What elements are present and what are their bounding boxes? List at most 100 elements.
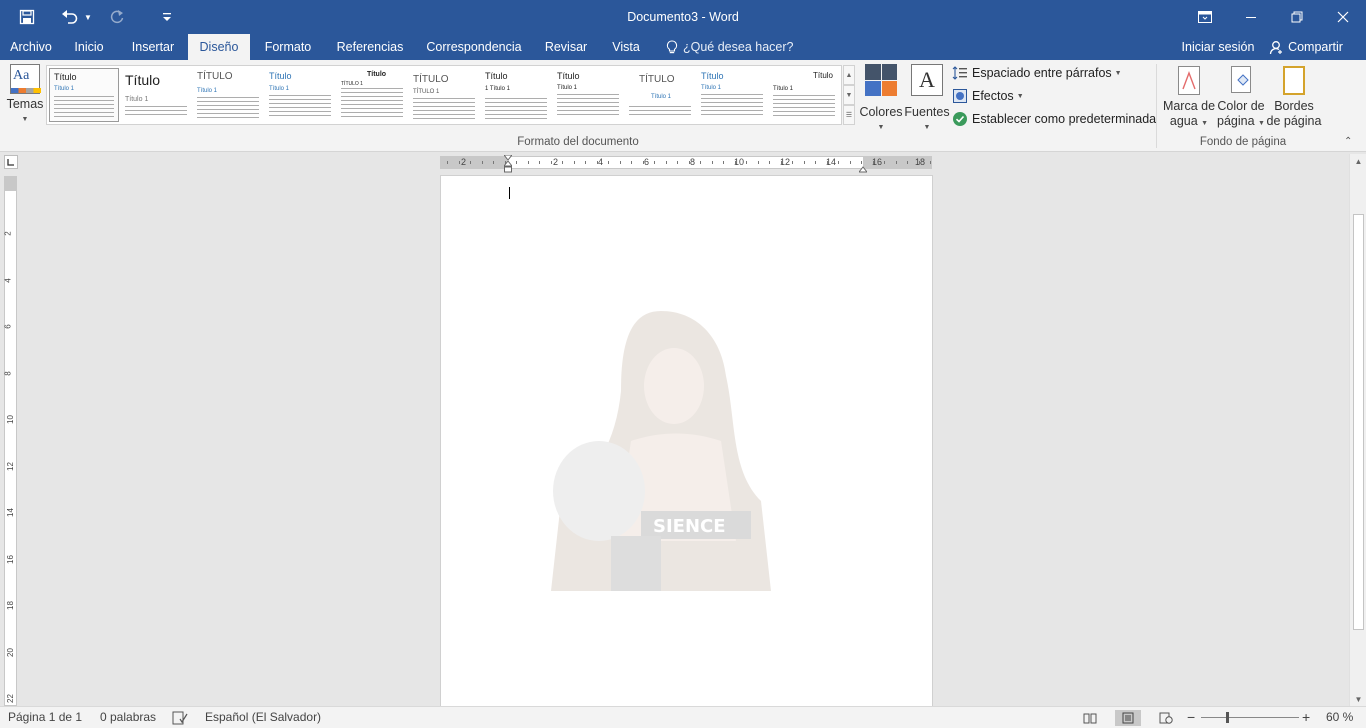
picture-watermark: SIENCE: [551, 311, 771, 591]
ruler-tick: [665, 161, 667, 164]
set-as-default-button[interactable]: Establecer como predeterminada: [952, 111, 1156, 127]
ruler-tick: [573, 161, 575, 164]
style-set-item[interactable]: TÍTULO Título 1: [193, 68, 263, 122]
fonts-label: Fuentes: [904, 105, 950, 119]
customize-qat-icon[interactable]: [158, 0, 176, 34]
page-borders-button[interactable]: Bordes de página: [1266, 66, 1322, 129]
fonts-icon: A: [911, 64, 943, 96]
undo-icon[interactable]: [58, 0, 82, 34]
gallery-more-icon[interactable]: ☰: [843, 105, 855, 125]
collapse-ribbon-icon[interactable]: ⌃: [1344, 136, 1352, 147]
ruler-number: 6: [644, 157, 650, 167]
sign-in-link[interactable]: Iniciar sesión: [1176, 34, 1260, 60]
document-page[interactable]: SIENCE: [441, 176, 932, 706]
zoom-slider-thumb[interactable]: [1226, 712, 1229, 723]
ruler-number: 4: [3, 277, 13, 283]
tab-revisar[interactable]: Revisar: [540, 34, 592, 60]
style-set-item[interactable]: Título Título 1: [49, 68, 119, 122]
ruler-tick: [642, 161, 644, 164]
page-color-button[interactable]: Color de página ▼: [1214, 66, 1268, 131]
share-button[interactable]: Compartir: [1262, 34, 1350, 60]
text-cursor: [509, 187, 510, 199]
redo-icon[interactable]: [106, 0, 128, 34]
ruler-tick: [550, 161, 552, 164]
right-indent-marker-icon[interactable]: [857, 162, 869, 176]
ruler-tick: [769, 161, 770, 164]
web-layout-icon[interactable]: [1153, 710, 1179, 726]
ruler-tick: [700, 161, 701, 164]
tab-correspondencia[interactable]: Correspondencia: [420, 34, 528, 60]
read-mode-icon[interactable]: [1077, 710, 1103, 726]
gallery-scroll-down-icon[interactable]: ▼: [843, 85, 855, 105]
style-set-item[interactable]: Título Título 1: [697, 68, 767, 122]
indent-marker-icon[interactable]: [502, 154, 514, 178]
zoom-in-icon[interactable]: +: [1302, 707, 1310, 728]
ruler-number: 6: [3, 324, 13, 329]
ruler-tick: [826, 161, 828, 164]
zoom-level[interactable]: 60 %: [1326, 707, 1353, 728]
close-icon[interactable]: [1320, 0, 1366, 34]
restore-icon[interactable]: [1274, 0, 1320, 34]
ruler-number: 10: [734, 157, 745, 167]
ruler-tick: [746, 161, 747, 164]
tab-selector-icon[interactable]: [4, 155, 18, 169]
tell-me-box[interactable]: ¿Qué desea hacer?: [666, 34, 794, 60]
tab-insertar[interactable]: Insertar: [124, 34, 182, 60]
proofing-icon[interactable]: [172, 707, 188, 728]
zoom-slider[interactable]: [1201, 717, 1299, 718]
ruler-number: 14: [5, 508, 15, 517]
page-count[interactable]: Página 1 de 1: [8, 707, 82, 728]
watermark-button[interactable]: Marca de agua ▼: [1160, 66, 1218, 131]
fonts-button[interactable]: A Fuentes ▼: [904, 64, 950, 135]
language-indicator[interactable]: Español (El Salvador): [205, 707, 321, 728]
vertical-ruler[interactable]: 2 4 6 8 10 12 14 16 18 20 22: [4, 176, 17, 706]
tab-diseno[interactable]: Diseño: [188, 34, 250, 60]
tab-vista[interactable]: Vista: [604, 34, 648, 60]
paragraph-spacing-icon: [952, 65, 968, 81]
zoom-out-icon[interactable]: −: [1187, 707, 1195, 728]
watermark-icon: [1178, 66, 1200, 95]
ruler-tick: [872, 161, 874, 164]
ruler-tick: [711, 161, 713, 164]
themes-button[interactable]: Aa Temas ▼: [6, 64, 44, 127]
ruler-tick: [481, 161, 483, 164]
style-set-item[interactable]: Título 1 Título 1: [481, 68, 551, 122]
effects-icon: [952, 88, 968, 104]
ruler-tick: [688, 161, 690, 164]
scroll-thumb[interactable]: [1353, 214, 1364, 630]
style-set-item[interactable]: Título Título 1: [265, 68, 335, 122]
scroll-up-icon[interactable]: ▲: [1350, 154, 1366, 168]
ruler-tick: [918, 161, 920, 164]
style-set-item[interactable]: Título Título 1: [553, 68, 623, 122]
effects-button[interactable]: Efectos ▼: [952, 88, 1024, 104]
style-set-item[interactable]: Título Título 1: [121, 68, 191, 122]
page-color-icon: [1227, 66, 1255, 95]
print-layout-icon[interactable]: [1115, 710, 1141, 726]
ruler-tick: [803, 161, 805, 164]
style-set-item[interactable]: TÍTULO Título 1: [625, 68, 695, 122]
paragraph-spacing-button[interactable]: Espaciado entre párrafos ▼: [952, 65, 1122, 81]
tell-me-text: ¿Qué desea hacer?: [683, 40, 794, 54]
ruler-tick: [780, 161, 782, 164]
word-count[interactable]: 0 palabras: [100, 707, 156, 728]
ruler-tick: [757, 161, 759, 164]
colors-button[interactable]: Colores ▼: [858, 64, 904, 135]
style-set-item[interactable]: TÍTULO TÍTULO 1: [409, 68, 479, 122]
tab-formato[interactable]: Formato: [258, 34, 318, 60]
ruler-number: 18: [915, 157, 926, 167]
window-title: Documento3 - Word: [627, 10, 739, 24]
style-set-item[interactable]: Título TÍTULO 1: [337, 68, 407, 122]
minimize-icon[interactable]: [1228, 0, 1274, 34]
tab-inicio[interactable]: Inicio: [66, 34, 112, 60]
tab-archivo[interactable]: Archivo: [4, 34, 58, 60]
scroll-down-icon[interactable]: ▼: [1350, 692, 1366, 706]
tab-referencias[interactable]: Referencias: [330, 34, 410, 60]
gallery-scroll-up-icon[interactable]: ▲: [843, 65, 855, 85]
status-bar: Página 1 de 1 0 palabras Español (El Sal…: [0, 706, 1366, 728]
ribbon-display-options-icon[interactable]: [1182, 0, 1228, 34]
style-set-item[interactable]: Título Título 1: [769, 68, 839, 122]
ruler-tick: [895, 161, 897, 164]
vertical-scrollbar[interactable]: ▲ ▼: [1349, 154, 1366, 706]
save-icon[interactable]: [14, 0, 40, 34]
undo-dropdown-icon[interactable]: ▼: [82, 0, 94, 34]
